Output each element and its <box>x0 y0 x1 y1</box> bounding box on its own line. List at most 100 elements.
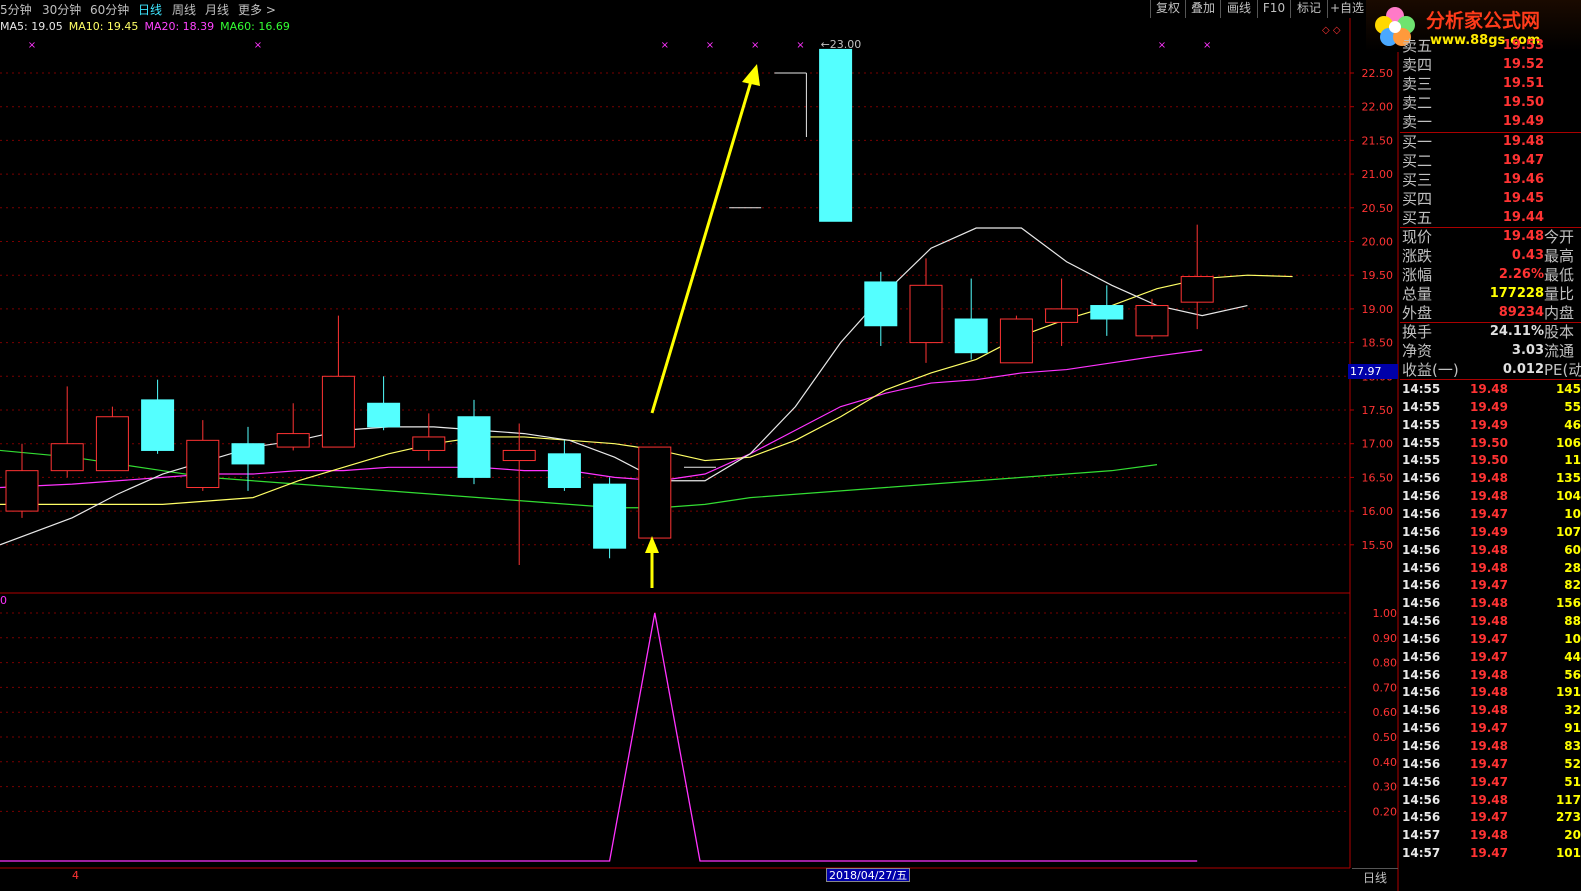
tick-price: 19.47 <box>1470 810 1508 825</box>
ma-legend-item: MA5: 19.05 <box>0 20 63 33</box>
quote-row: 买一 19.48 <box>1400 133 1581 151</box>
candle-body <box>5 470 39 512</box>
signal-marker: × <box>751 40 759 51</box>
tick-price: 19.49 <box>1470 399 1508 414</box>
toolbar-button-5[interactable]: +自选 <box>1327 0 1366 18</box>
period-tab-1[interactable]: 30分钟 <box>42 1 81 18</box>
toolbar-button-4[interactable]: 标记 <box>1290 0 1327 18</box>
tick-price: 19.48 <box>1470 614 1508 629</box>
quote-value: 19.47 <box>1502 153 1544 168</box>
kline-chart[interactable]: 22.50 22.00 21.50 21.00 20.50 20.00 19.50 19.00… <box>0 0 1581 891</box>
period-tab-4[interactable]: 周线 <box>172 1 196 18</box>
indicator-zero-label: 0 <box>0 594 7 607</box>
trend-arrow-line <box>650 77 754 414</box>
toolbar-button-0[interactable]: 复权 <box>1150 0 1185 18</box>
period-tab-3[interactable]: 日线 <box>138 1 162 18</box>
trend-arrow-head <box>742 64 760 86</box>
candle-body <box>276 433 310 448</box>
candle-body <box>638 446 672 539</box>
price-tick-label: 21.50 <box>1362 134 1394 147</box>
tick-price: 19.49 <box>1470 417 1508 432</box>
tick-row: 14:55 19.50 106 <box>1400 434 1581 452</box>
signal-marker: × <box>1203 40 1211 51</box>
tick-price: 19.48 <box>1470 703 1508 718</box>
ma-legend-item: MA20: 18.39 <box>144 20 215 33</box>
price-tick-label: 19.00 <box>1362 303 1394 316</box>
indicator-tick-label: 0.20 <box>1373 805 1398 818</box>
quote-value: 19.49 <box>1502 114 1544 129</box>
period-tab-5[interactable]: 月线 <box>205 1 229 18</box>
tick-time: 14:56 <box>1402 542 1441 557</box>
price-tick-label: 19.50 <box>1362 269 1394 282</box>
tick-price: 19.48 <box>1470 382 1508 396</box>
candle-body <box>999 318 1033 364</box>
tick-volume: 10 <box>1564 506 1581 521</box>
quote-label: 卖四 <box>1402 56 1433 74</box>
period-tab-2[interactable]: 60分钟 <box>90 1 129 18</box>
tick-volume: 107 <box>1555 524 1581 539</box>
quote-value: 2.26% <box>1498 267 1544 282</box>
tick-time: 14:56 <box>1402 649 1441 664</box>
tick-row: 14:56 19.47 273 <box>1400 808 1581 826</box>
quote-label: 总量 <box>1402 285 1433 303</box>
quote-value: 19.52 <box>1502 57 1544 72</box>
quote-label: 买四 <box>1402 190 1433 208</box>
tick-row: 14:56 19.48 56 <box>1400 666 1581 684</box>
quote-value: 19.48 <box>1502 229 1544 244</box>
tab-daily[interactable]: 日线 <box>1352 868 1398 886</box>
tick-time: 14:55 <box>1402 417 1441 432</box>
tick-row: 14:56 19.47 10 <box>1400 505 1581 523</box>
quote-row: 买五 19.44 <box>1400 209 1581 227</box>
toolbar-button-2[interactable]: 画线 <box>1220 0 1257 18</box>
candle-body <box>141 399 175 451</box>
tick-time: 14:56 <box>1402 560 1441 575</box>
tick-volume: 28 <box>1564 560 1581 575</box>
candle-body <box>954 318 988 354</box>
price-tick-label: 20.50 <box>1362 202 1394 215</box>
tick-price: 19.47 <box>1470 756 1508 771</box>
price-tick-label: 16.00 <box>1362 505 1394 518</box>
tick-volume: 101 <box>1555 846 1581 861</box>
quote-row: 总量 177228 量比 <box>1400 285 1581 303</box>
quote-label: 卖三 <box>1402 75 1433 93</box>
quote-value: 3.03 <box>1511 343 1544 358</box>
quote-extra-label: 股本 <box>1544 323 1575 341</box>
tick-volume: 106 <box>1555 435 1581 450</box>
indicator-tick-label: 0.60 <box>1373 706 1398 719</box>
tick-price: 19.47 <box>1470 506 1508 521</box>
signal-marker: × <box>661 40 669 51</box>
tick-row: 14:56 19.47 82 <box>1400 576 1581 594</box>
tick-time: 14:56 <box>1402 489 1441 504</box>
tick-time: 14:57 <box>1402 846 1441 861</box>
period-tab-0[interactable]: 5分钟 <box>0 1 32 18</box>
tick-row: 14:56 19.48 156 <box>1400 594 1581 612</box>
tick-volume: 83 <box>1564 739 1581 753</box>
quote-extra-label: 量比 <box>1544 285 1575 303</box>
candle-body <box>1135 305 1169 337</box>
tick-price: 19.49 <box>1470 524 1508 539</box>
toolbar-button-1[interactable]: 叠加 <box>1185 0 1220 18</box>
tick-volume: 56 <box>1564 667 1581 682</box>
tick-row: 14:56 19.48 191 <box>1400 683 1581 701</box>
quote-row: 卖三 19.51 <box>1400 75 1581 93</box>
quote-value: 19.45 <box>1502 191 1544 206</box>
ma-legend-item: MA10: 19.45 <box>68 20 139 33</box>
tick-row: 14:55 19.48 145 <box>1400 380 1581 398</box>
tick-row: 14:56 19.47 51 <box>1400 773 1581 791</box>
quote-label: 净资 <box>1402 342 1433 360</box>
price-tick-label: 21.00 <box>1362 168 1394 181</box>
indicator-tick-label: 0.40 <box>1373 756 1398 769</box>
tick-volume: 11 <box>1564 453 1581 468</box>
tick-time: 14:55 <box>1402 399 1441 414</box>
toolbar-button-3[interactable]: F10 <box>1257 0 1290 18</box>
quote-row: 买四 19.45 <box>1400 190 1581 208</box>
tick-price: 19.48 <box>1470 489 1508 504</box>
tick-time: 14:56 <box>1402 631 1441 646</box>
quote-value: 19.48 <box>1502 134 1544 149</box>
candle-body <box>321 375 355 448</box>
tick-time: 14:56 <box>1402 685 1441 700</box>
tick-volume: 46 <box>1564 417 1581 432</box>
bottom-axis-label: 4 <box>72 869 79 882</box>
tick-price: 19.48 <box>1470 471 1508 486</box>
period-tab-6[interactable]: 更多 > <box>238 1 276 18</box>
